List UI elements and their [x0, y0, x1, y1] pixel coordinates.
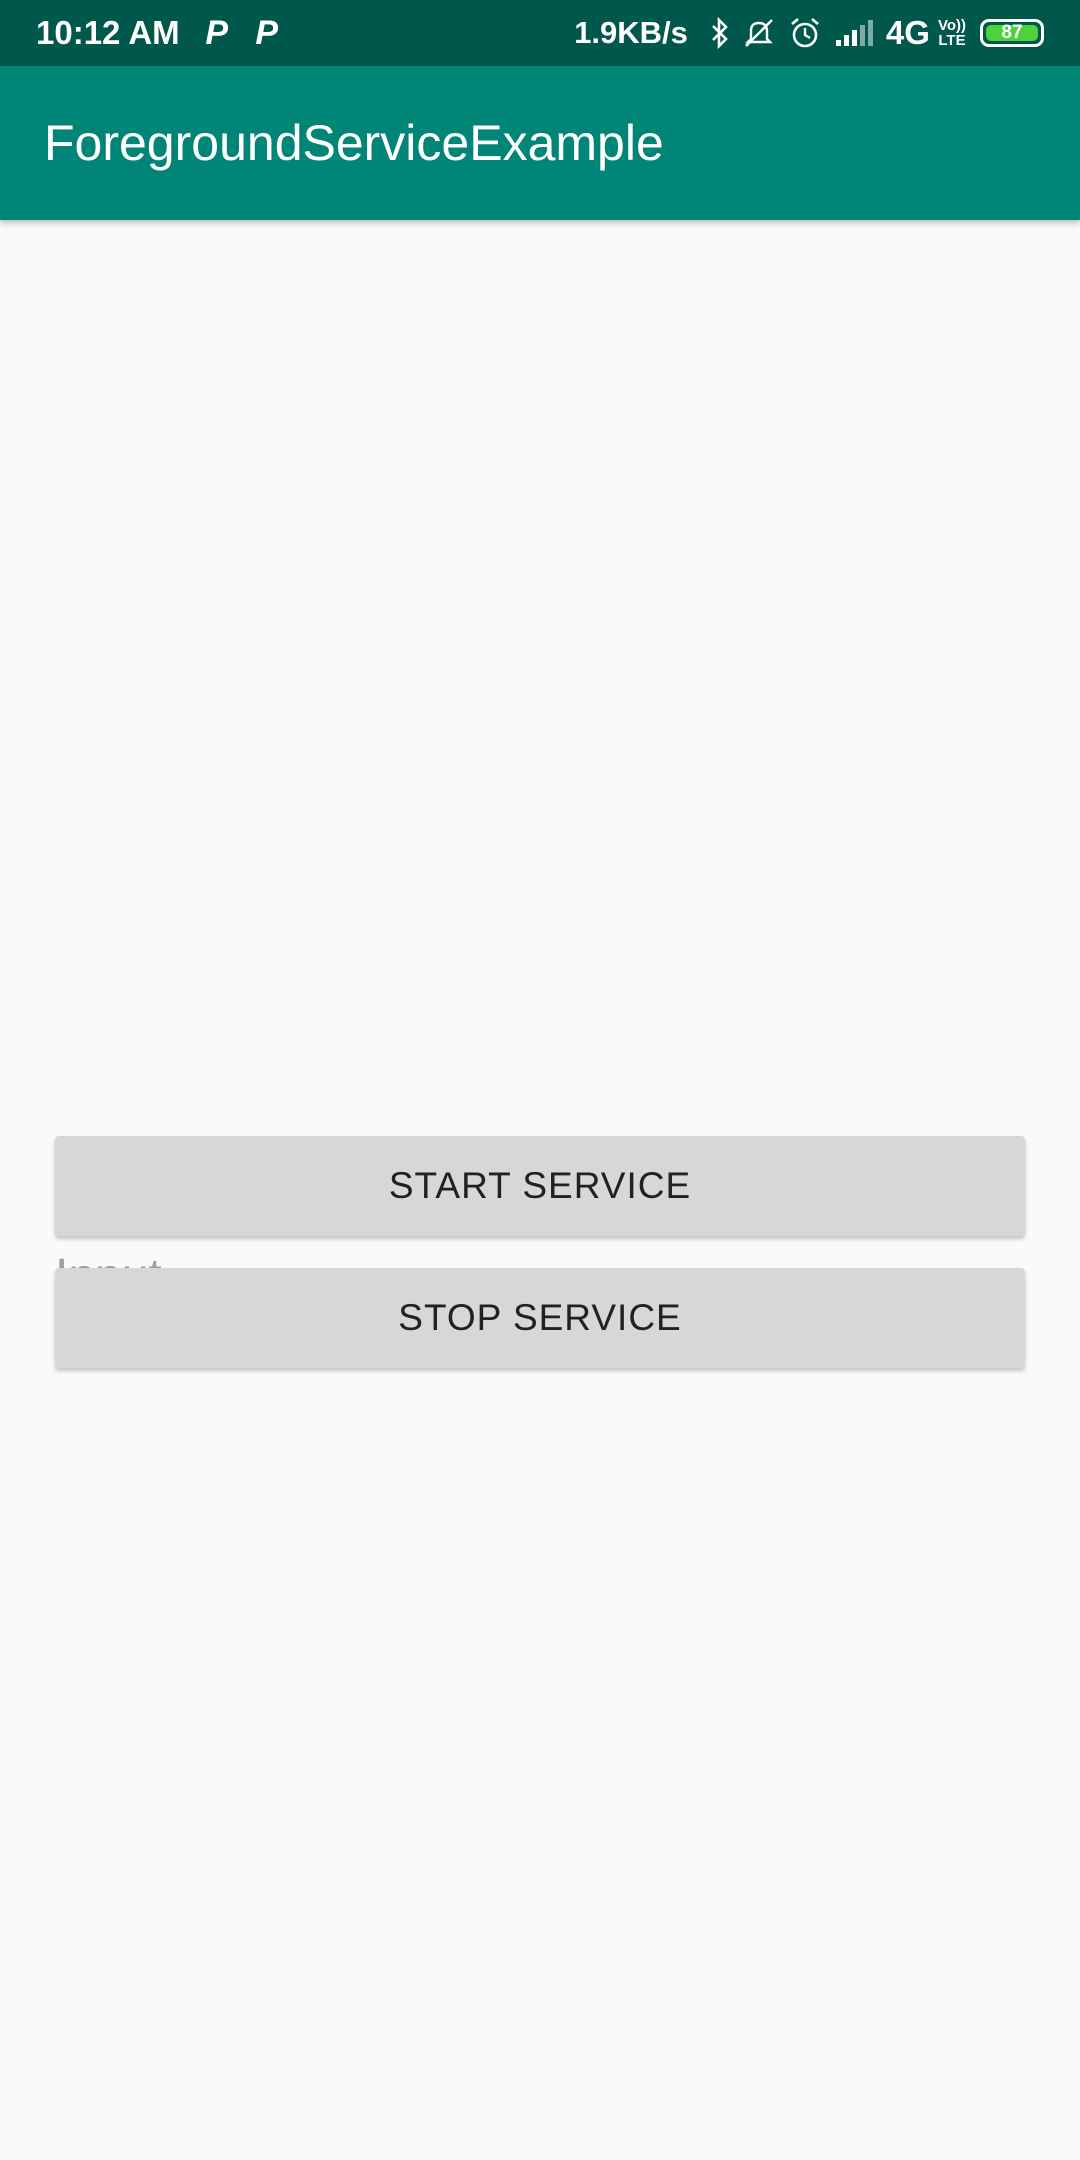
signal-icon: [834, 18, 874, 48]
status-time: 10:12 AM: [36, 14, 180, 51]
status-left: 10:12 AM P P: [36, 14, 302, 52]
volte-indicator: Vo)) LTE: [938, 18, 966, 48]
battery-icon: 87: [980, 19, 1044, 47]
battery-level: 87: [1001, 22, 1023, 43]
parking-notification-icon-2: P: [255, 13, 279, 52]
volte-bottom: LTE: [938, 32, 966, 49]
volte-top: Vo)): [937, 17, 966, 34]
app-title: ForegroundServiceExample: [44, 115, 664, 171]
silent-icon: [742, 17, 776, 49]
network-speed: 1.9KB/s: [574, 15, 688, 50]
bluetooth-icon: [710, 17, 730, 49]
status-bar: 10:12 AM P P 1.9KB/s 4G Vo)) LTE 87: [0, 0, 1080, 66]
status-right: 1.9KB/s 4G Vo)) LTE 87: [574, 14, 1044, 52]
parking-notification-icon: P: [205, 13, 229, 52]
network-type: 4G: [885, 14, 930, 51]
main-content: START SERVICE STOP SERVICE: [0, 220, 1080, 2160]
alarm-icon: [788, 16, 822, 50]
start-service-button[interactable]: START SERVICE: [55, 1136, 1025, 1236]
stop-service-button[interactable]: STOP SERVICE: [55, 1268, 1025, 1368]
app-bar: ForegroundServiceExample: [0, 66, 1080, 220]
